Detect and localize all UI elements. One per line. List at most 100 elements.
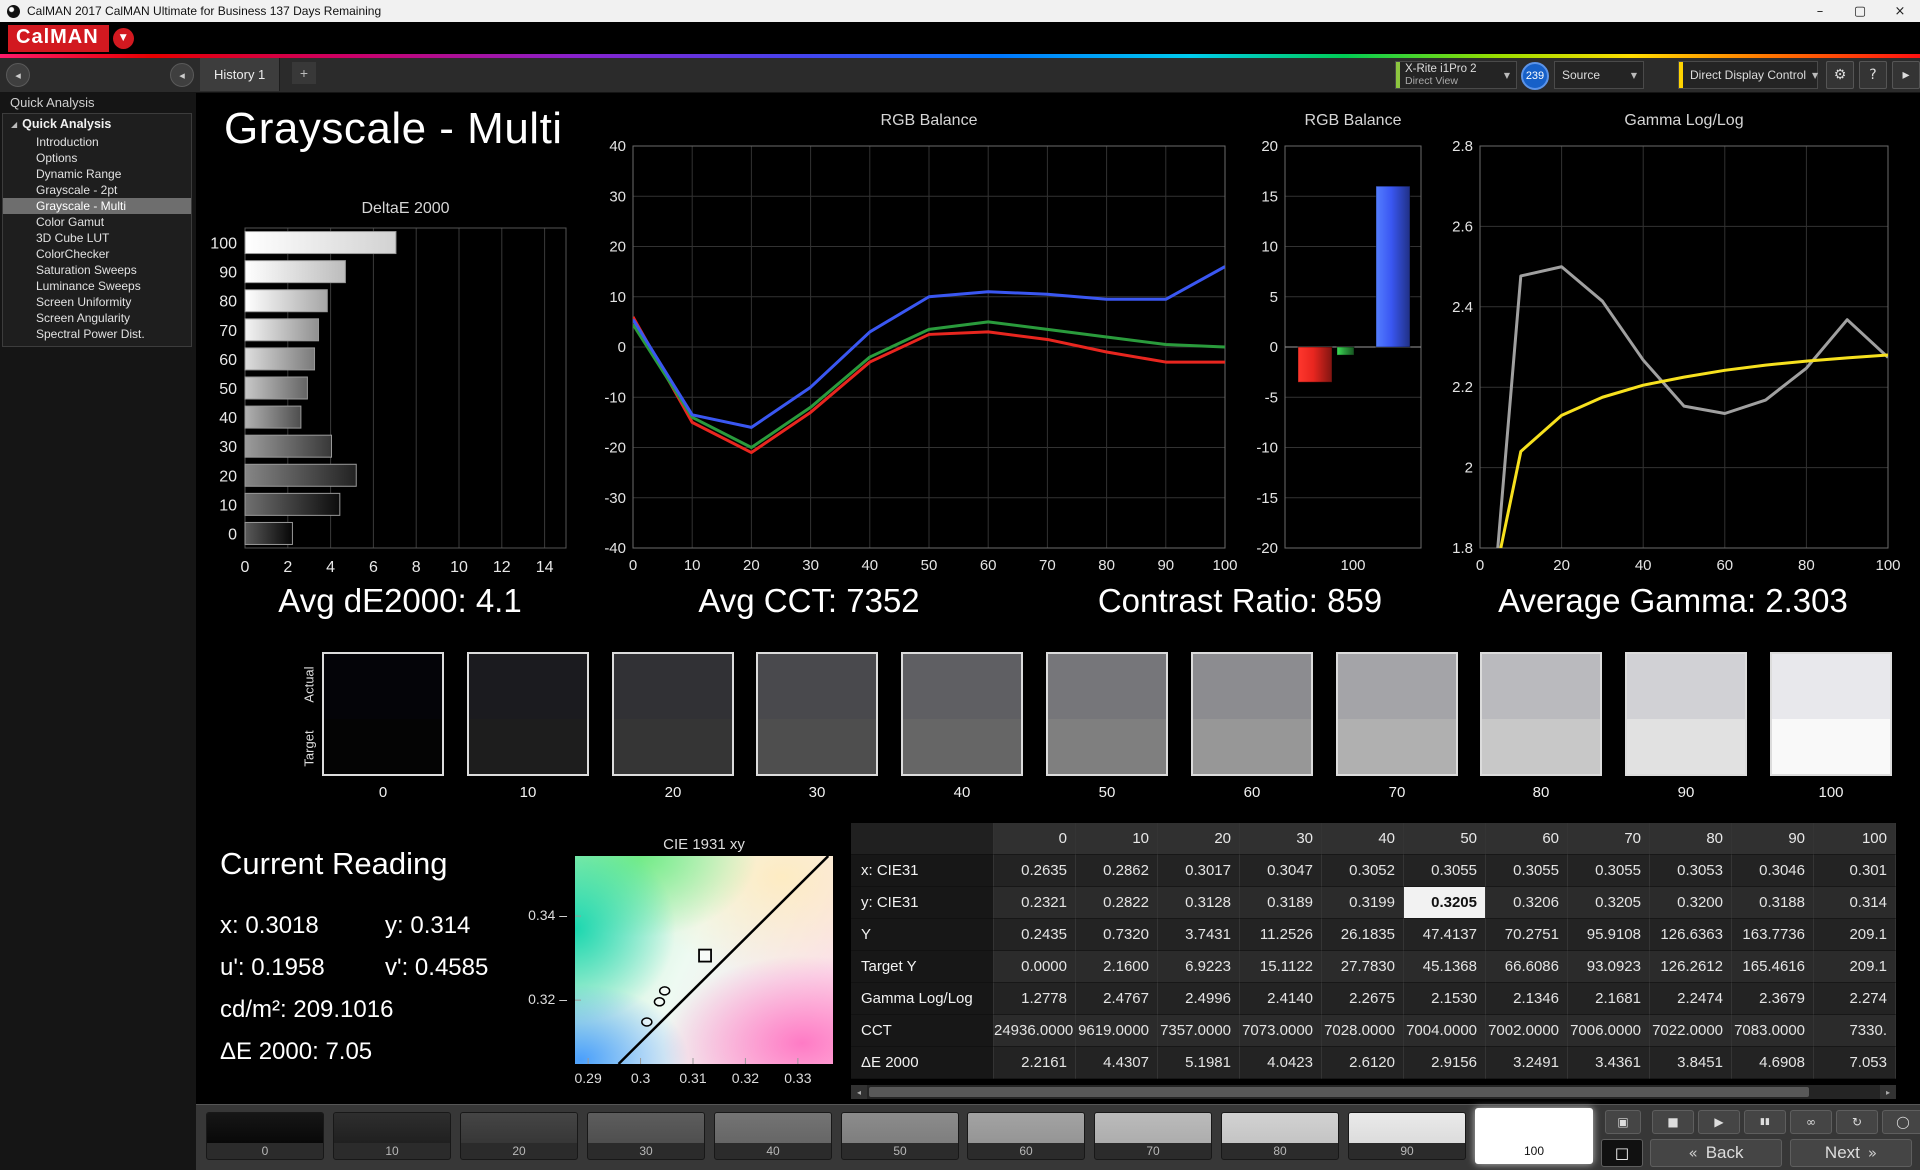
logo-dropdown-icon[interactable]: ▼ bbox=[112, 27, 134, 49]
sidebar-item-options[interactable]: Options bbox=[3, 150, 191, 166]
table-cell: 0.2635 bbox=[994, 855, 1076, 887]
play-button[interactable]: ▶ bbox=[1698, 1110, 1740, 1134]
display-control-dropdown[interactable]: Direct Display Control ▼ bbox=[1678, 61, 1818, 89]
sidebar-item-dynamic-range[interactable]: Dynamic Range bbox=[3, 166, 191, 182]
pattern-color bbox=[207, 1113, 323, 1143]
table-cell: 0.3052 bbox=[1322, 855, 1404, 887]
sidebar-item-colorchecker[interactable]: ColorChecker bbox=[3, 246, 191, 262]
table-cell[interactable]: 0.3205 bbox=[1404, 887, 1486, 919]
svg-text:15: 15 bbox=[1261, 188, 1278, 205]
table-column-header: 80 bbox=[1650, 823, 1732, 855]
collapse-sidebar-button[interactable]: ◂ bbox=[170, 63, 194, 87]
sidebar-item-saturation-sweeps[interactable]: Saturation Sweeps bbox=[3, 262, 191, 278]
expander-icon[interactable]: ◢ bbox=[11, 120, 17, 129]
swatch-level-label: 80 bbox=[1532, 784, 1550, 801]
svg-text:30: 30 bbox=[802, 557, 819, 574]
table-cell: 0.3055 bbox=[1568, 855, 1650, 887]
pattern-level-0-button[interactable]: 0 bbox=[206, 1112, 324, 1160]
sidebar-item-introduction[interactable]: Introduction bbox=[3, 134, 191, 150]
grayscale-swatch-60 bbox=[1191, 652, 1313, 776]
grayscale-swatch-50 bbox=[1046, 652, 1168, 776]
pattern-level-70-button[interactable]: 70 bbox=[1094, 1112, 1212, 1160]
table-cell: 24936.0000 bbox=[994, 1015, 1076, 1047]
swatch-level-label: 50 bbox=[1098, 784, 1116, 801]
svg-text:0: 0 bbox=[241, 559, 250, 576]
table-cell: 2.2474 bbox=[1650, 983, 1732, 1015]
maximize-button[interactable]: ▢ bbox=[1840, 0, 1880, 22]
pattern-window-button[interactable]: ▣ bbox=[1605, 1110, 1641, 1134]
svg-text:2.4: 2.4 bbox=[1452, 299, 1473, 316]
pause-button[interactable]: ▮▮ bbox=[1744, 1110, 1786, 1134]
next-label: Next bbox=[1824, 1143, 1860, 1162]
sidebar-item-3d-cube-lut[interactable]: 3D Cube LUT bbox=[3, 230, 191, 246]
pattern-level-90-button[interactable]: 90 bbox=[1348, 1112, 1466, 1160]
pattern-level-50-button[interactable]: 50 bbox=[841, 1112, 959, 1160]
add-tab-button[interactable]: + bbox=[292, 62, 316, 84]
advance-button[interactable]: ▸ bbox=[1892, 61, 1920, 89]
close-button[interactable]: × bbox=[1880, 0, 1920, 22]
table-column-header: 50 bbox=[1404, 823, 1486, 855]
table-cell: 0.3055 bbox=[1486, 855, 1568, 887]
stop-button[interactable]: ■ bbox=[1652, 1110, 1694, 1134]
y-label: y: bbox=[385, 912, 404, 939]
next-button[interactable]: Next » bbox=[1790, 1139, 1912, 1167]
minimize-button[interactable]: – bbox=[1800, 0, 1840, 22]
sidebar-item-screen-angularity[interactable]: Screen Angularity bbox=[3, 310, 191, 326]
svg-text:14: 14 bbox=[536, 559, 554, 576]
cie-x-tick-label: 0.32 bbox=[731, 1070, 760, 1086]
collapse-left-button[interactable]: ◂ bbox=[6, 63, 30, 87]
u-label: u': bbox=[220, 954, 245, 981]
svg-text:2.6: 2.6 bbox=[1452, 218, 1473, 235]
cie-plot-overlay bbox=[575, 856, 830, 1064]
sidebar-item-luminance-sweeps[interactable]: Luminance Sweeps bbox=[3, 278, 191, 294]
table-cell: 7073.0000 bbox=[1240, 1015, 1322, 1047]
refresh-button[interactable]: ↻ bbox=[1836, 1110, 1878, 1134]
swatch-level-label: 70 bbox=[1388, 784, 1406, 801]
table-horizontal-scrollbar[interactable]: ◂ ▸ bbox=[851, 1085, 1896, 1099]
scroll-left-button[interactable]: ◂ bbox=[851, 1085, 867, 1099]
pattern-level-60-button[interactable]: 60 bbox=[967, 1112, 1085, 1160]
tree-root-quick-analysis[interactable]: ◢ Quick Analysis bbox=[3, 114, 191, 134]
pattern-level-40-button[interactable]: 40 bbox=[714, 1112, 832, 1160]
calman-logo[interactable]: CalMAN ▼ bbox=[8, 24, 134, 52]
tab-history-1[interactable]: History 1 bbox=[200, 58, 281, 91]
help-button[interactable]: ? bbox=[1859, 61, 1887, 89]
scrollbar-thumb[interactable] bbox=[869, 1087, 1809, 1097]
record-button[interactable]: ◯ bbox=[1882, 1110, 1920, 1134]
pattern-level-10-button[interactable]: 10 bbox=[333, 1112, 451, 1160]
table-cell: 0.3047 bbox=[1240, 855, 1322, 887]
svg-text:40: 40 bbox=[219, 410, 237, 427]
table-cell: 3.7431 bbox=[1158, 919, 1240, 951]
table-cell: 165.4616 bbox=[1732, 951, 1814, 983]
sidebar-item-spectral-power-dist-[interactable]: Spectral Power Dist. bbox=[3, 326, 191, 342]
svg-text:80: 80 bbox=[1098, 557, 1115, 574]
table-column-header: 20 bbox=[1158, 823, 1240, 855]
table-cell: 0.301 bbox=[1814, 855, 1896, 887]
pattern-level-label: 90 bbox=[1400, 1144, 1414, 1158]
pattern-color bbox=[1222, 1113, 1338, 1143]
pattern-level-80-button[interactable]: 80 bbox=[1221, 1112, 1339, 1160]
meter-dropdown[interactable]: X-Rite i1Pro 2 Direct View ▼ bbox=[1395, 61, 1517, 89]
swatch-actual bbox=[903, 654, 1021, 719]
pattern-level-30-button[interactable]: 30 bbox=[587, 1112, 705, 1160]
pattern-level-label: 40 bbox=[766, 1144, 780, 1158]
measurement-table: 0 10 20 30 40 50 60 70 80 90 100 x: CIE31 0.2635 0.28… bbox=[851, 823, 1896, 1079]
back-button[interactable]: « Back bbox=[1650, 1139, 1782, 1167]
sidebar-item-screen-uniformity[interactable]: Screen Uniformity bbox=[3, 294, 191, 310]
sidebar-item-color-gamut[interactable]: Color Gamut bbox=[3, 214, 191, 230]
pattern-preview-button[interactable]: □ bbox=[1601, 1139, 1643, 1167]
pattern-level-100-button[interactable]: 100 bbox=[1475, 1108, 1593, 1164]
svg-text:40: 40 bbox=[609, 138, 626, 155]
table-cell: 0.2435 bbox=[994, 919, 1076, 951]
pattern-level-20-button[interactable]: 20 bbox=[460, 1112, 578, 1160]
svg-text:70: 70 bbox=[1039, 557, 1056, 574]
table-cell: 0.3189 bbox=[1240, 887, 1322, 919]
sidebar-item-grayscale-multi[interactable]: Grayscale - Multi bbox=[3, 198, 191, 214]
grayscale-swatch-70 bbox=[1336, 652, 1458, 776]
scroll-right-button[interactable]: ▸ bbox=[1880, 1085, 1896, 1099]
table-cell: 0.3205 bbox=[1568, 887, 1650, 919]
settings-button[interactable]: ⚙ bbox=[1826, 61, 1854, 89]
loop-button[interactable]: ∞ bbox=[1790, 1110, 1832, 1134]
sidebar-item-grayscale-2pt[interactable]: Grayscale - 2pt bbox=[3, 182, 191, 198]
source-dropdown[interactable]: Source ▼ bbox=[1554, 61, 1644, 89]
